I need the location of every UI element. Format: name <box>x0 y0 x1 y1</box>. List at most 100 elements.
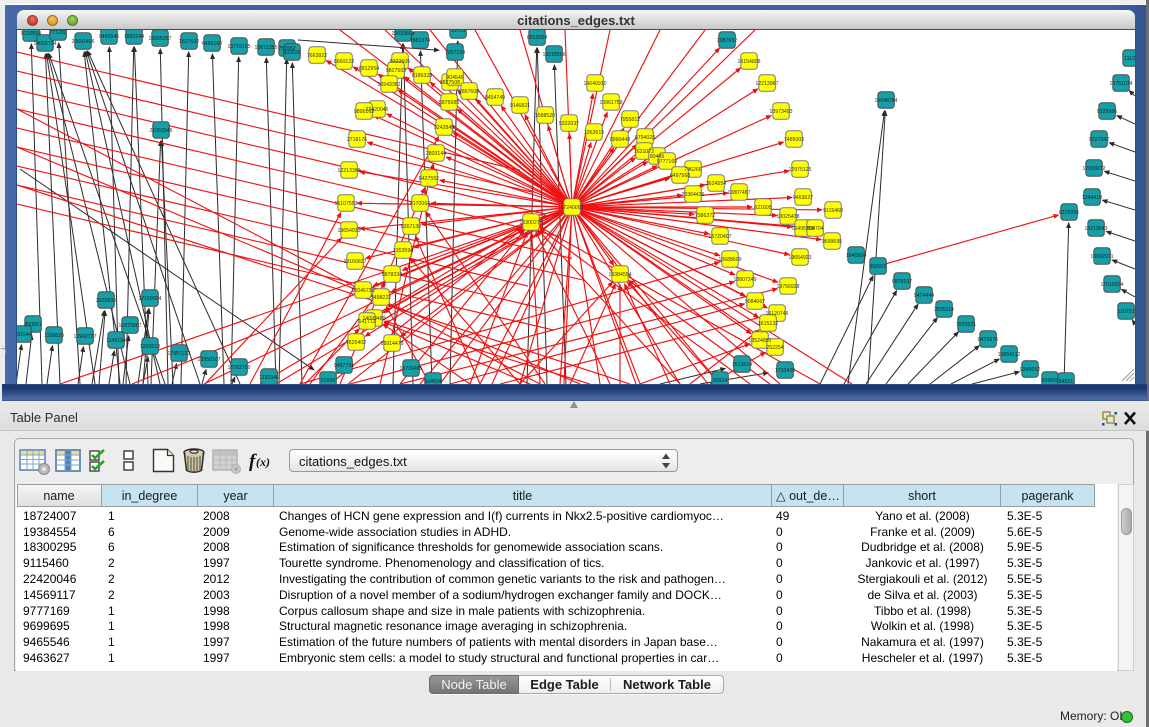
svg-text:19384554: 19384554 <box>608 272 631 278</box>
svg-text:7357224: 7357224 <box>445 50 465 56</box>
svg-text:5322605: 5322605 <box>390 59 410 65</box>
svg-text:924504: 924504 <box>424 379 441 384</box>
svg-text:771202: 771202 <box>49 30 66 36</box>
svg-text:10033809: 10033809 <box>391 31 414 37</box>
svg-text:10975867: 10975867 <box>118 323 141 329</box>
svg-text:6466160: 6466160 <box>202 41 222 47</box>
svg-text:90524: 90524 <box>713 378 728 384</box>
svg-text:9699695: 9699695 <box>822 239 842 245</box>
svg-text:252254: 252254 <box>766 345 783 351</box>
svg-text:6794028: 6794028 <box>635 135 655 141</box>
svg-text:10973493: 10973493 <box>769 109 792 115</box>
svg-text:20691406: 20691406 <box>71 39 94 45</box>
svg-text:1881374: 1881374 <box>410 38 430 44</box>
svg-text:1513614: 1513614 <box>732 362 752 368</box>
svg-text:2020655: 2020655 <box>96 298 116 304</box>
svg-text:7955812: 7955812 <box>620 117 640 123</box>
svg-text:16640910: 16640910 <box>583 81 606 87</box>
svg-text:12975125: 12975125 <box>788 167 811 173</box>
svg-text:8215955: 8215955 <box>1059 210 1079 216</box>
svg-text:15720407: 15720407 <box>708 234 731 240</box>
svg-text:5875685: 5875685 <box>439 100 459 106</box>
svg-text:10958107: 10958107 <box>197 357 220 363</box>
svg-text:19654923: 19654923 <box>788 255 811 261</box>
svg-text:16154808: 16154808 <box>737 59 760 65</box>
svg-text:84521: 84521 <box>1059 379 1074 384</box>
svg-text:12213369: 12213369 <box>337 168 360 174</box>
svg-text:8878334: 8878334 <box>382 272 402 278</box>
svg-text:10961758: 10961758 <box>599 100 622 106</box>
svg-text:9463627: 9463627 <box>793 195 813 201</box>
svg-text:17016504: 17016504 <box>1100 282 1123 288</box>
svg-text:1353594: 1353594 <box>393 248 413 254</box>
svg-text:10025438: 10025438 <box>776 214 799 220</box>
svg-text:1615132: 1615132 <box>758 321 778 327</box>
svg-text:16107553: 16107553 <box>334 201 357 207</box>
svg-text:1156829: 1156829 <box>44 333 64 339</box>
svg-text:16543382: 16543382 <box>377 82 400 88</box>
svg-text:16210643: 16210643 <box>1084 226 1107 232</box>
svg-text:1860244: 1860244 <box>124 34 144 40</box>
svg-text:903526: 903526 <box>283 50 300 56</box>
svg-text:15751074: 15751074 <box>1109 81 1132 87</box>
svg-text:2803144: 2803144 <box>426 151 446 157</box>
svg-text:13524851: 13524851 <box>748 338 771 344</box>
svg-text:9084067: 9084067 <box>745 299 765 305</box>
svg-text:1733426: 1733426 <box>775 368 795 374</box>
svg-text:3498222: 3498222 <box>371 295 391 301</box>
svg-text:4170064: 4170064 <box>410 201 430 207</box>
svg-text:12093872: 12093872 <box>1082 166 1105 172</box>
svg-text:15692971: 15692971 <box>1090 254 1113 260</box>
svg-text:9896163: 9896163 <box>354 109 374 115</box>
svg-text:8427552: 8427552 <box>419 176 439 182</box>
svg-text:21053346: 21053346 <box>149 128 172 134</box>
svg-text:7625402: 7625402 <box>346 340 366 346</box>
svg-text:141711: 141711 <box>359 319 376 325</box>
svg-text:16648784: 16648784 <box>874 98 897 104</box>
svg-text:6497568: 6497568 <box>670 173 690 179</box>
svg-text:958923: 958923 <box>869 264 886 270</box>
svg-text:15723: 15723 <box>451 30 466 34</box>
svg-text:2867608: 2867608 <box>459 89 479 95</box>
svg-text:16914479: 16914479 <box>380 341 403 347</box>
svg-text:1527602: 1527602 <box>179 39 199 45</box>
svg-text:(x): (x) <box>256 455 270 469</box>
svg-text:924502: 924502 <box>1041 378 1058 384</box>
svg-text:850561: 850561 <box>24 322 41 328</box>
svg-text:9827503: 9827503 <box>386 68 406 74</box>
svg-text:10655267: 10655267 <box>148 36 171 42</box>
svg-text:16046736: 16046736 <box>351 288 374 294</box>
svg-text:1640954: 1640954 <box>846 253 866 259</box>
svg-text:6879197: 6879197 <box>892 279 912 285</box>
svg-text:8990448: 8990448 <box>610 137 630 143</box>
svg-text:19654935: 19654935 <box>337 228 360 234</box>
svg-text:9245652: 9245652 <box>1020 367 1040 373</box>
svg-text:9120554: 9120554 <box>21 31 41 37</box>
svg-text:19218506: 19218506 <box>542 52 565 58</box>
svg-text:7632621: 7632621 <box>956 322 976 328</box>
svg-text:17957223: 17957223 <box>167 351 190 357</box>
svg-text:19166827: 19166827 <box>343 259 366 265</box>
svg-text:16120746: 16120746 <box>765 311 788 317</box>
svg-text:621605: 621605 <box>754 205 771 211</box>
svg-text:1588520: 1588520 <box>535 113 555 119</box>
svg-text:8912954: 8912954 <box>359 66 379 72</box>
svg-text:20364436: 20364436 <box>681 192 704 198</box>
svg-text:15300275: 15300275 <box>519 220 542 226</box>
svg-text:10688609: 10688609 <box>718 257 741 263</box>
svg-text:8471676: 8471676 <box>978 337 998 343</box>
svg-text:1145194: 1145194 <box>106 338 126 344</box>
svg-text:10719155: 10719155 <box>227 44 250 50</box>
svg-text:1192346: 1192346 <box>259 375 279 381</box>
svg-text:904704: 904704 <box>806 226 823 232</box>
svg-text:9227342: 9227342 <box>1089 137 1109 143</box>
svg-text:91500: 91500 <box>321 378 336 384</box>
svg-text:3624554: 3624554 <box>706 181 726 187</box>
svg-text:1244418: 1244418 <box>1082 195 1102 201</box>
svg-text:2935114: 2935114 <box>934 307 954 313</box>
svg-text:12213967: 12213967 <box>755 81 778 87</box>
svg-text:17159924: 17159924 <box>138 296 161 302</box>
svg-text:11123: 11123 <box>1124 56 1135 62</box>
svg-text:12942737: 12942737 <box>73 334 96 340</box>
svg-text:15716485: 15716485 <box>399 366 422 372</box>
